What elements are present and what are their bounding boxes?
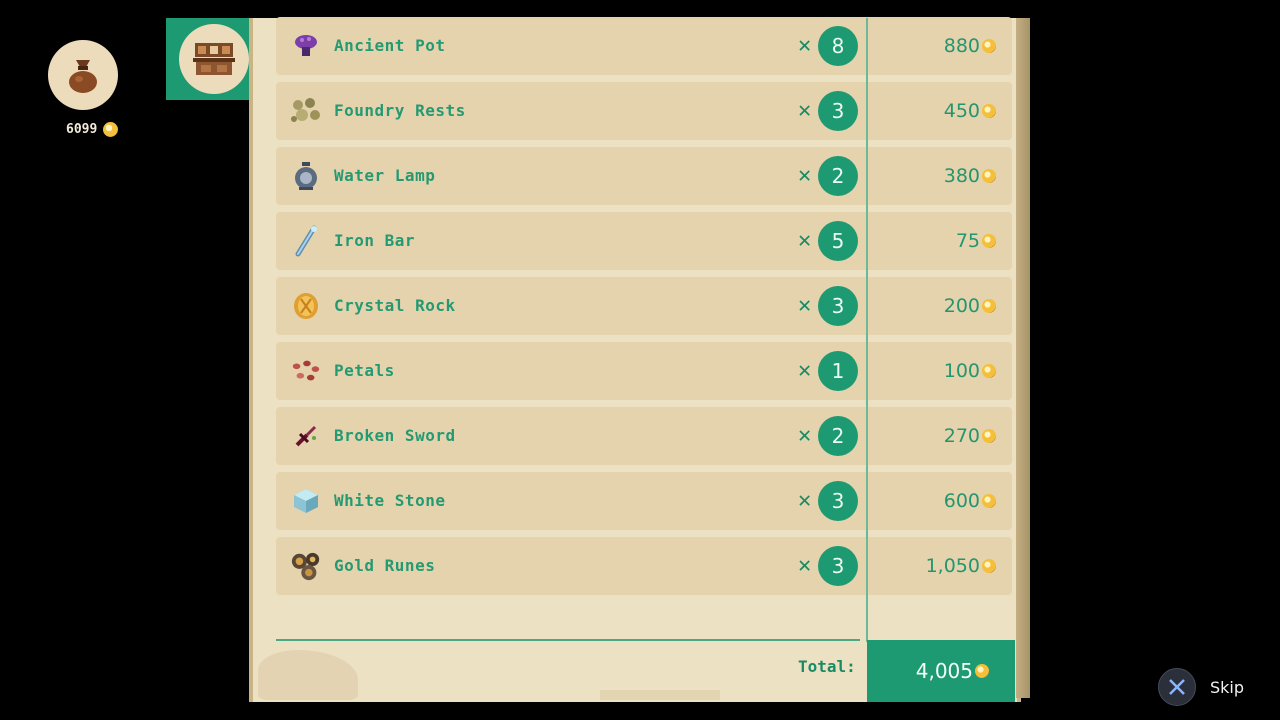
item-name: Crystal Rock xyxy=(334,296,456,315)
multiply-icon: ✕ xyxy=(798,33,812,58)
list-item: Broken Sword ✕ 2 270 xyxy=(276,407,1012,465)
item-price-value: 100 xyxy=(943,360,980,382)
item-price-value: 200 xyxy=(943,295,980,317)
coin-icon xyxy=(982,494,996,508)
multiply-icon: ✕ xyxy=(798,98,812,123)
coin-icon xyxy=(982,559,996,573)
quantity-badge: 5 xyxy=(818,221,858,261)
white-stone-icon xyxy=(290,485,322,517)
skip-label[interactable]: Skip xyxy=(1210,678,1244,697)
list-item: Iron Bar ✕ 5 75 xyxy=(276,212,1012,270)
multiply-icon: ✕ xyxy=(798,228,812,253)
coin-icon xyxy=(982,429,996,443)
item-name: Foundry Rests xyxy=(334,101,466,120)
total-label: Total: xyxy=(798,657,856,676)
paper-stain xyxy=(600,690,720,700)
coin-icon xyxy=(103,122,119,137)
item-name: Water Lamp xyxy=(334,166,436,185)
multiply-icon: ✕ xyxy=(798,423,812,448)
coin-icon xyxy=(982,234,996,248)
item-price: 270 xyxy=(944,407,996,465)
water-lamp-icon xyxy=(290,160,322,192)
item-price: 200 xyxy=(944,277,996,335)
quantity-badge: 3 xyxy=(818,546,858,586)
petals-icon xyxy=(290,355,322,387)
item-name: Gold Runes xyxy=(334,556,436,575)
item-price: 600 xyxy=(944,472,996,530)
item-price: 450 xyxy=(944,82,996,140)
coin-icon xyxy=(982,104,996,118)
paper-edge xyxy=(1016,18,1030,698)
quantity-badge: 2 xyxy=(818,156,858,196)
list-item: Petals ✕ 1 100 xyxy=(276,342,1012,400)
quantity-badge: 8 xyxy=(818,26,858,66)
list-item: Foundry Rests ✕ 3 450 xyxy=(276,82,1012,140)
crystal-rock-icon xyxy=(290,290,322,322)
item-price-value: 880 xyxy=(943,35,980,57)
coin-icon xyxy=(982,364,996,378)
wallet-bag xyxy=(48,40,118,110)
quantity-badge: 3 xyxy=(818,91,858,131)
item-price: 100 xyxy=(944,342,996,400)
item-price-value: 600 xyxy=(943,490,980,512)
gold-runes-icon xyxy=(290,550,322,582)
list-item: Ancient Pot ✕ 8 880 xyxy=(276,17,1012,75)
multiply-icon: ✕ xyxy=(798,163,812,188)
broken-sword-icon xyxy=(290,420,322,452)
iron-bar-icon xyxy=(290,225,322,257)
coin-icon xyxy=(982,39,996,53)
multiply-icon: ✕ xyxy=(798,293,812,318)
ancient-pot-icon xyxy=(290,30,322,62)
column-divider xyxy=(866,18,868,642)
item-name: Petals xyxy=(334,361,395,380)
quantity-badge: 2 xyxy=(818,416,858,456)
item-price: 75 xyxy=(956,212,996,270)
item-name: Ancient Pot xyxy=(334,36,446,55)
item-price: 1,050 xyxy=(926,537,996,595)
item-price-value: 75 xyxy=(955,230,980,252)
quantity-badge: 3 xyxy=(818,286,858,326)
foundry-rests-icon xyxy=(290,95,322,127)
item-price-value: 1,050 xyxy=(925,555,980,577)
wallet-amount: 6099 xyxy=(66,122,119,137)
total-box: 4,005 xyxy=(867,640,1015,702)
item-price-value: 450 xyxy=(943,100,980,122)
coin-icon xyxy=(975,664,989,678)
multiply-icon: ✕ xyxy=(798,488,812,513)
multiply-icon: ✕ xyxy=(798,553,812,578)
cross-button-icon[interactable] xyxy=(1158,668,1196,706)
item-price: 880 xyxy=(944,17,996,75)
quantity-badge: 1 xyxy=(818,351,858,391)
quantity-badge: 3 xyxy=(818,481,858,521)
list-item: Crystal Rock ✕ 3 200 xyxy=(276,277,1012,335)
skip-prompt[interactable]: Skip xyxy=(1158,668,1244,706)
item-name: Broken Sword xyxy=(334,426,456,445)
shop-counter-icon xyxy=(179,24,249,94)
item-price-value: 270 xyxy=(943,425,980,447)
wallet-amount-value: 6099 xyxy=(66,122,98,137)
item-price-value: 380 xyxy=(943,165,980,187)
coin-icon xyxy=(982,299,996,313)
list-item: Water Lamp ✕ 2 380 xyxy=(276,147,1012,205)
total-value: 4,005 xyxy=(915,659,973,683)
item-name: Iron Bar xyxy=(334,231,416,250)
money-bag-icon xyxy=(69,60,97,93)
list-item: Gold Runes ✕ 3 1,050 xyxy=(276,537,1012,595)
shop-tab[interactable] xyxy=(166,18,262,100)
list-item: White Stone ✕ 3 600 xyxy=(276,472,1012,530)
coin-icon xyxy=(982,169,996,183)
item-price: 380 xyxy=(944,147,996,205)
total-divider xyxy=(276,639,860,641)
multiply-icon: ✕ xyxy=(798,358,812,383)
item-name: White Stone xyxy=(334,491,446,510)
